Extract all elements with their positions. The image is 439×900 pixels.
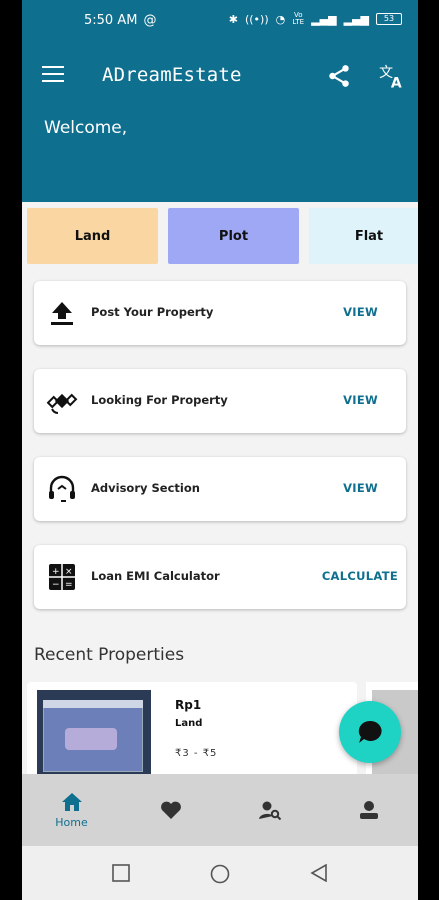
network-type-label: Vo LTE (292, 11, 305, 26)
card-label: Post Your Property (91, 305, 214, 319)
recent-properties-title: Recent Properties (34, 645, 185, 665)
home-circle-icon[interactable] (210, 864, 230, 884)
card-label: Loan EMI Calculator (91, 569, 220, 583)
svg-text:×: × (65, 567, 73, 577)
view-button[interactable]: VIEW (343, 481, 378, 495)
signal-icon-2: ▂▄▆ (343, 12, 369, 26)
looking-for-property-card[interactable]: Looking For Property VIEW (34, 369, 406, 433)
status-bar: 5:50 AM @ ✱ ((•)) ◔ Vo LTE ▂▄▆ ▂▄▆ 53 (22, 0, 418, 42)
wifi-icon: ◔ (275, 12, 286, 26)
nav-search-users[interactable] (220, 774, 319, 846)
property-image (37, 690, 151, 780)
svg-text:+: + (52, 567, 60, 577)
back-triangle-icon[interactable] (310, 864, 328, 882)
chat-fab-button[interactable] (339, 701, 401, 763)
battery-icon: 53 (376, 13, 402, 25)
svg-text:=: = (65, 580, 73, 590)
bluetooth-icon: ✱ (228, 12, 238, 26)
chat-bubble-icon (358, 720, 382, 743)
support-headset-icon (49, 475, 75, 502)
translate-icon[interactable]: 文 A (378, 62, 406, 90)
battery-level: 53 (383, 14, 395, 23)
home-icon (61, 793, 82, 811)
profile-icon (359, 801, 378, 819)
upload-icon (51, 302, 73, 325)
status-time: 5:50 AM (84, 13, 138, 28)
calculate-button[interactable]: CALCULATE (322, 569, 398, 583)
svg-text:−: − (52, 580, 60, 590)
advisory-section-card[interactable]: Advisory Section VIEW (34, 457, 406, 521)
at-sign-icon: @ (143, 13, 157, 28)
post-property-card[interactable]: Post Your Property VIEW (34, 281, 406, 345)
app-header: ADreamEstate 文 A Welcome, (22, 42, 418, 202)
loan-emi-calculator-card[interactable]: + × − = Loan EMI Calculator CALCULATE (34, 545, 406, 609)
nav-home[interactable]: Home (22, 774, 121, 846)
property-type: Land (175, 718, 203, 729)
calculator-icon: + × − = (49, 564, 75, 590)
card-label: Advisory Section (91, 481, 200, 495)
view-button[interactable]: VIEW (343, 305, 378, 319)
system-navigation-bar (22, 846, 418, 900)
recent-apps-icon[interactable] (112, 864, 130, 882)
svg-text:A: A (391, 76, 402, 90)
view-button[interactable]: VIEW (343, 393, 378, 407)
category-plot[interactable]: Plot (168, 208, 299, 264)
app-title: ADreamEstate (102, 64, 242, 86)
welcome-text: Welcome, (44, 118, 128, 138)
user-search-icon (258, 801, 281, 820)
property-card[interactable]: Rp1 Land ₹3 - ₹5 (27, 682, 357, 780)
property-name: Rp1 (175, 698, 202, 712)
card-label: Looking For Property (91, 393, 228, 407)
share-icon[interactable] (326, 63, 352, 89)
nav-home-label: Home (55, 816, 88, 829)
bottom-navigation: Home (22, 774, 418, 846)
status-time-group: 5:50 AM @ (84, 13, 156, 28)
satellite-icon (46, 393, 78, 414)
status-icons: ✱ ((•)) ◔ Vo LTE ▂▄▆ ▂▄▆ 53 (229, 12, 402, 26)
heart-icon (160, 801, 181, 819)
category-flat[interactable]: Flat (309, 208, 418, 264)
signal-icon: ▂▄▆ (311, 12, 337, 26)
property-price: ₹3 - ₹5 (175, 748, 218, 759)
app-screen: 5:50 AM @ ✱ ((•)) ◔ Vo LTE ▂▄▆ ▂▄▆ 53 AD… (22, 0, 418, 900)
vibrate-icon: ((•)) (244, 12, 269, 26)
category-row: Land Plot Flat (22, 208, 418, 264)
category-land[interactable]: Land (27, 208, 158, 264)
nav-profile[interactable] (319, 774, 418, 846)
nav-favorites[interactable] (121, 774, 220, 846)
menu-icon[interactable] (42, 66, 64, 84)
